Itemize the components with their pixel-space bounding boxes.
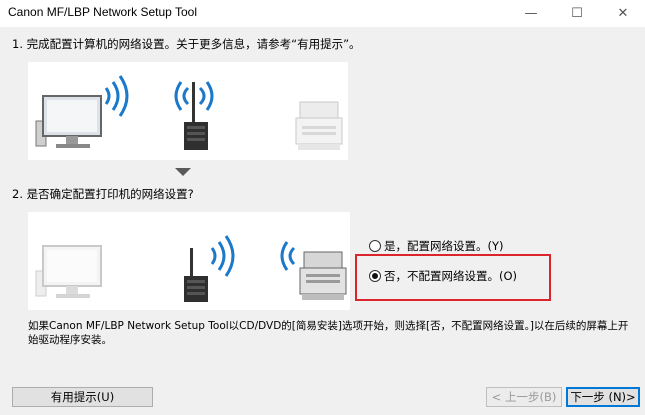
illustration-panel-2 — [28, 212, 350, 310]
highlight-box — [355, 254, 551, 301]
back-button[interactable]: < 上一步(B) — [486, 387, 562, 407]
router-icon — [184, 248, 208, 302]
printer-icon — [299, 251, 347, 300]
computer-icon — [35, 95, 102, 148]
step2-text: 2. 是否确定配置打印机的网络设置? — [12, 187, 194, 201]
radio-yes[interactable]: 是，配置网络设置。(Y) — [369, 238, 504, 254]
network-illustration-1 — [35, 75, 343, 150]
note-text: 如果Canon MF/LBP Network Setup Tool以CD/DVD… — [28, 320, 629, 346]
computer-icon — [35, 245, 102, 298]
illustration-panel-1 — [28, 62, 348, 160]
network-illustration-2 — [35, 235, 347, 302]
router-icon — [174, 81, 214, 150]
arrow-down-icon — [175, 168, 191, 176]
title-bar: Canon MF/LBP Network Setup Tool — ☐ ✕ — [0, 0, 645, 27]
wifi-wave-icon — [210, 235, 235, 277]
radio-yes-circle[interactable] — [369, 240, 381, 252]
minimize-icon[interactable]: — — [508, 0, 554, 27]
useful-tips-button[interactable]: 有用提示(U) — [12, 387, 153, 407]
step1-text: 1. 完成配置计算机的网络设置。关于更多信息，请参考“有用提示”。 — [12, 37, 361, 51]
wifi-wave-icon — [104, 75, 129, 117]
window-title: Canon MF/LBP Network Setup Tool — [8, 5, 197, 19]
close-icon[interactable]: ✕ — [600, 0, 645, 27]
next-button[interactable]: 下一步 (N)> — [566, 387, 640, 407]
wifi-wave-icon — [280, 241, 296, 271]
maximize-icon[interactable]: ☐ — [554, 0, 600, 27]
printer-icon — [295, 101, 343, 150]
radio-yes-label: 是，配置网络设置。(Y) — [384, 239, 504, 253]
